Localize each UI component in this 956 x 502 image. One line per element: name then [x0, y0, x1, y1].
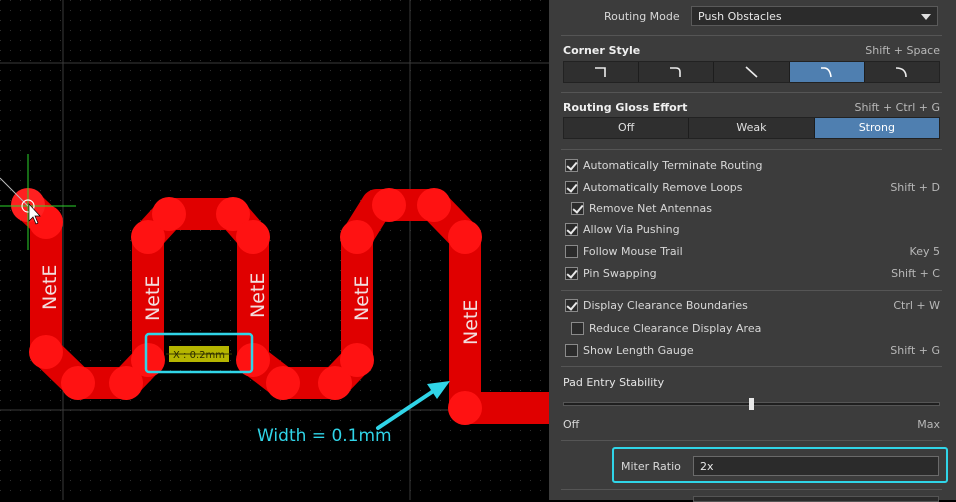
divider — [561, 489, 942, 490]
net-label: NetE — [39, 265, 61, 310]
auto-terminate-checkbox[interactable] — [565, 159, 578, 172]
auto-remove-loops-label: Automatically Remove Loops — [583, 181, 743, 194]
width-annotation: Width = 0.1mm — [257, 426, 392, 446]
net-label: NetE — [460, 300, 482, 345]
divider — [561, 440, 942, 441]
corner-90-icon — [595, 67, 606, 77]
divider — [561, 366, 942, 367]
divider — [561, 149, 942, 150]
show-length-gauge-label: Show Length Gauge — [583, 344, 694, 357]
corner-45-arc-icon — [820, 67, 832, 78]
gloss-effort-shortcut: Shift + Ctrl + G — [854, 101, 940, 114]
divider — [561, 290, 942, 291]
corner-style-shortcut: Shift + Space — [865, 44, 940, 57]
gloss-effort-label: Routing Gloss Effort — [563, 101, 688, 114]
next-field-input[interactable] — [693, 496, 939, 502]
corner-style-group — [563, 61, 940, 83]
auto-remove-loops-checkbox[interactable] — [565, 181, 578, 194]
show-length-gauge-shortcut: Shift + G — [890, 344, 940, 357]
routing-mode-select[interactable]: Push Obstacles — [691, 6, 938, 26]
pcb-drawing: NetE NetE NetE NetE NetE X : 0.2mm Width… — [0, 0, 549, 500]
corner-45-arc-button[interactable] — [789, 62, 865, 82]
gloss-strong-button[interactable]: Strong — [814, 118, 939, 138]
pad-entry-label: Pad Entry Stability — [563, 376, 665, 389]
follow-mouse-trail-label: Follow Mouse Trail — [583, 245, 683, 258]
reduce-clearance-label: Reduce Clearance Display Area — [589, 322, 762, 335]
net-label: NetE — [142, 276, 164, 321]
show-length-gauge-checkbox[interactable] — [565, 344, 578, 357]
pad-entry-max-label: Max — [917, 418, 940, 431]
display-clearance-shortcut: Ctrl + W — [893, 299, 940, 312]
pad-entry-slider-thumb[interactable] — [749, 398, 754, 410]
net-label: NetE — [351, 276, 373, 321]
corner-90-arc-icon — [670, 67, 682, 77]
pin-swapping-label: Pin Swapping — [583, 267, 657, 280]
pcb-canvas[interactable]: NetE NetE NetE NetE NetE X : 0.2mm Width… — [0, 0, 549, 500]
chevron-down-icon — [921, 14, 931, 20]
follow-mouse-trail-checkbox[interactable] — [565, 245, 578, 258]
auto-remove-loops-shortcut: Shift + D — [890, 181, 940, 194]
corner-45-icon — [744, 66, 758, 78]
corner-90-arc-button[interactable] — [639, 62, 715, 82]
miter-ratio-label: Miter Ratio — [621, 460, 681, 473]
follow-mouse-trail-shortcut: Key 5 — [909, 245, 940, 258]
miter-ratio-input[interactable] — [693, 456, 939, 476]
corner-any-arc-icon — [895, 67, 907, 78]
corner-45-button[interactable] — [714, 62, 790, 82]
allow-via-pushing-checkbox[interactable] — [565, 223, 578, 236]
gloss-weak-button[interactable]: Weak — [689, 118, 815, 138]
routing-mode-label: Routing Mode — [604, 10, 680, 23]
corner-style-label: Corner Style — [563, 44, 641, 57]
divider — [561, 35, 942, 36]
measure-label: X : 0.2mm — [173, 350, 225, 361]
routing-mode-value: Push Obstacles — [698, 10, 782, 23]
gloss-off-button[interactable]: Off — [564, 118, 690, 138]
auto-terminate-label: Automatically Terminate Routing — [583, 159, 763, 172]
divider — [561, 92, 942, 93]
pin-swapping-shortcut: Shift + C — [891, 267, 940, 280]
remove-net-antennas-checkbox[interactable] — [571, 202, 584, 215]
properties-panel: Routing Mode Push Obstacles Corner Style… — [549, 0, 956, 502]
display-clearance-label: Display Clearance Boundaries — [583, 299, 748, 312]
reduce-clearance-checkbox[interactable] — [571, 322, 584, 335]
corner-any-arc-button[interactable] — [864, 62, 940, 82]
gloss-effort-group: Off Weak Strong — [563, 117, 940, 139]
remove-net-antennas-label: Remove Net Antennas — [589, 202, 712, 215]
pad-entry-min-label: Off — [563, 418, 580, 431]
net-label: NetE — [247, 273, 269, 318]
corner-90-button[interactable] — [564, 62, 640, 82]
display-clearance-checkbox[interactable] — [565, 299, 578, 312]
allow-via-pushing-label: Allow Via Pushing — [583, 223, 680, 236]
pin-swapping-checkbox[interactable] — [565, 267, 578, 280]
